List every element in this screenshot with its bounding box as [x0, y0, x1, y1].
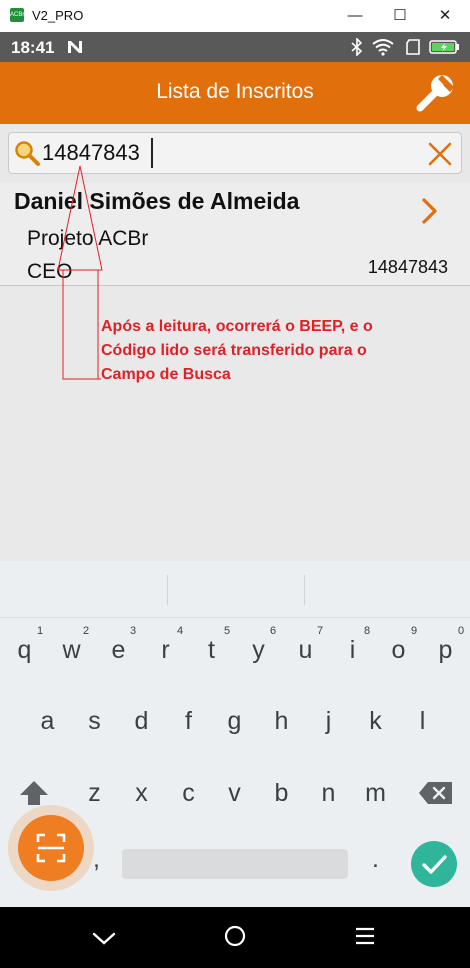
key-b[interactable]: b	[258, 779, 305, 808]
key-t[interactable]: t	[188, 636, 235, 665]
key-u[interactable]: u	[282, 636, 329, 665]
shift-icon[interactable]	[18, 778, 50, 808]
suggestion-separator	[0, 617, 470, 618]
chevron-down-icon[interactable]	[90, 928, 118, 948]
key-y[interactable]: y	[235, 636, 282, 665]
key-o[interactable]: o	[375, 636, 422, 665]
key-f[interactable]: f	[165, 707, 212, 736]
key-a[interactable]: a	[24, 707, 71, 736]
key-n[interactable]: n	[305, 779, 352, 808]
key-w[interactable]: w	[48, 636, 95, 665]
key-c[interactable]: c	[165, 779, 212, 808]
space-bar[interactable]	[122, 849, 348, 879]
key-p[interactable]: p	[422, 636, 469, 665]
check-icon	[422, 855, 447, 874]
barcode-scan-icon	[36, 833, 66, 863]
key-g[interactable]: g	[211, 707, 258, 736]
key-r[interactable]: r	[142, 636, 189, 665]
key-x[interactable]: x	[118, 779, 165, 808]
suggestion-divider	[304, 575, 305, 605]
key-h[interactable]: h	[258, 707, 305, 736]
key-m[interactable]: m	[352, 779, 399, 808]
key-period[interactable]: .	[352, 845, 399, 874]
annotation-text: Após a leitura, ocorrerá o BEEP, e o Cód…	[101, 318, 373, 383]
key-j[interactable]: j	[305, 707, 352, 736]
key-i[interactable]: i	[329, 636, 376, 665]
key-k[interactable]: k	[352, 707, 399, 736]
key-q[interactable]: q	[1, 636, 48, 665]
suggestion-divider	[167, 575, 168, 605]
backspace-icon[interactable]	[418, 780, 454, 806]
key-z[interactable]: z	[71, 779, 118, 808]
key-e[interactable]: e	[95, 636, 142, 665]
key-l[interactable]: l	[399, 707, 446, 736]
key-s[interactable]: s	[71, 707, 118, 736]
menu-icon[interactable]	[354, 926, 376, 946]
key-v[interactable]: v	[211, 779, 258, 808]
key-d[interactable]: d	[118, 707, 165, 736]
home-icon[interactable]	[223, 924, 247, 948]
